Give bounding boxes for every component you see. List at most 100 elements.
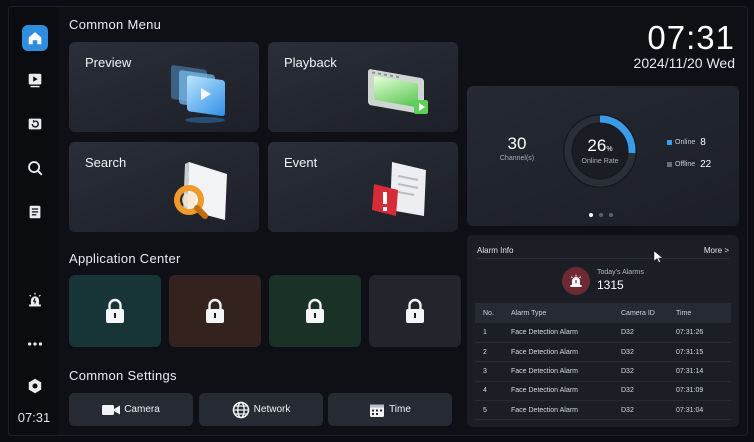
page-dot[interactable] bbox=[609, 213, 613, 217]
alarm-more-link[interactable]: More > bbox=[704, 246, 729, 255]
preview-tile-label: Preview bbox=[85, 55, 132, 70]
table-row[interactable]: 2 Face Detection Alarm D32 07:31:15 bbox=[475, 342, 731, 363]
lock-icon bbox=[406, 298, 424, 323]
alarm-info-title: Alarm Info bbox=[477, 246, 514, 255]
sidebar-item-search[interactable] bbox=[22, 155, 48, 181]
app-tile-2[interactable] bbox=[169, 275, 261, 347]
playback-tile[interactable]: Playback bbox=[268, 42, 458, 132]
time-settings-label: Time bbox=[389, 404, 411, 415]
page-dot[interactable] bbox=[599, 213, 603, 217]
sidebar-item-alarm[interactable] bbox=[22, 287, 48, 313]
search-icon bbox=[28, 161, 43, 176]
nvr-home-screen: 07:31 Common Menu Preview Playback Searc… bbox=[8, 6, 748, 436]
alarm-badge bbox=[562, 267, 590, 295]
event-tile-label: Event bbox=[284, 155, 318, 170]
column-header: No. bbox=[475, 303, 503, 323]
lock-icon bbox=[206, 298, 224, 323]
offline-label: Offline bbox=[675, 161, 696, 168]
main-date: 2024/11/20 Wed bbox=[633, 55, 735, 71]
preview-tile[interactable]: Preview bbox=[69, 42, 259, 132]
mouse-cursor-icon bbox=[654, 251, 663, 263]
table-row[interactable]: 4 Face Detection Alarm D32 07:31:09 bbox=[475, 381, 731, 402]
table-cell: 1 bbox=[475, 323, 503, 343]
table-cell: D32 bbox=[613, 381, 668, 402]
channel-count: 30 bbox=[507, 134, 527, 153]
table-cell: D32 bbox=[613, 323, 668, 343]
alarm-light-icon bbox=[29, 292, 41, 307]
offline-swatch bbox=[667, 162, 672, 167]
offline-count: 22 bbox=[700, 159, 712, 170]
alarm-info-card: Alarm Info More > Today's Alarms 1315 No… bbox=[467, 235, 739, 427]
sidebar: 07:31 bbox=[9, 7, 59, 435]
siren-icon bbox=[570, 274, 582, 287]
table-cell: 07:31:15 bbox=[668, 342, 731, 363]
table-cell: D32 bbox=[613, 361, 668, 382]
sidebar-item-settings[interactable] bbox=[22, 373, 48, 399]
table-cell: D32 bbox=[613, 342, 668, 363]
table-cell: 07:31:14 bbox=[668, 361, 731, 382]
preview-monitor-icon bbox=[171, 65, 225, 123]
app-tile-4[interactable] bbox=[369, 275, 461, 347]
app-tile-1[interactable] bbox=[69, 275, 161, 347]
online-count: 8 bbox=[700, 137, 706, 148]
application-center-title: Application Center bbox=[69, 251, 181, 266]
table-cell: 2 bbox=[475, 342, 503, 363]
sidebar-item-preview[interactable] bbox=[22, 67, 48, 93]
table-cell: Face Detection Alarm bbox=[503, 342, 613, 363]
search-tile[interactable]: Search bbox=[69, 142, 259, 232]
sidebar-item-playback[interactable] bbox=[22, 111, 48, 137]
online-label: Online bbox=[675, 139, 696, 146]
lock-icon bbox=[306, 298, 324, 323]
table-cell: Face Detection Alarm bbox=[503, 381, 613, 402]
column-header: Alarm Type bbox=[503, 303, 613, 323]
time-settings-button[interactable]: Time bbox=[328, 393, 452, 426]
online-rate-unit: % bbox=[606, 146, 613, 153]
sidebar-item-event[interactable] bbox=[22, 199, 48, 225]
table-cell: 3 bbox=[475, 361, 503, 382]
network-settings-button[interactable]: Network bbox=[199, 393, 323, 426]
document-icon bbox=[29, 205, 41, 219]
play-icon bbox=[28, 73, 42, 88]
table-row[interactable]: 3 Face Detection Alarm D32 07:31:14 bbox=[475, 361, 731, 382]
todays-alarms-label: Today's Alarms bbox=[597, 269, 644, 276]
online-rate-label: Online Rate bbox=[581, 158, 619, 165]
camera-icon bbox=[102, 404, 121, 415]
table-cell: 5 bbox=[475, 400, 503, 421]
online-legend: Online 8 bbox=[667, 137, 706, 148]
common-settings-title: Common Settings bbox=[69, 368, 177, 383]
alarm-table: No. Alarm Type Camera ID Time 1 Face Dete… bbox=[475, 303, 731, 421]
main-clock: 07:31 bbox=[647, 19, 735, 56]
table-header-row: No. Alarm Type Camera ID Time bbox=[475, 303, 731, 323]
lock-icon bbox=[106, 298, 124, 323]
sidebar-item-home[interactable] bbox=[22, 25, 48, 51]
playback-icon bbox=[28, 118, 42, 130]
table-cell: 07:31:26 bbox=[668, 323, 731, 343]
playback-tile-label: Playback bbox=[284, 55, 337, 70]
search-tile-label: Search bbox=[85, 155, 127, 170]
camera-settings-button[interactable]: Camera bbox=[69, 393, 193, 426]
column-header: Time bbox=[668, 303, 731, 323]
table-row[interactable]: 1 Face Detection Alarm D32 07:31:26 bbox=[475, 323, 731, 343]
page-indicator[interactable] bbox=[589, 213, 613, 217]
channel-count-label: Channel(s) bbox=[499, 155, 535, 162]
app-tile-3[interactable] bbox=[269, 275, 361, 347]
search-magnifier-icon bbox=[174, 162, 227, 220]
more-icon bbox=[27, 342, 43, 346]
playback-film-icon bbox=[368, 69, 428, 115]
sidebar-item-more[interactable] bbox=[22, 331, 48, 357]
common-menu-title: Common Menu bbox=[69, 17, 162, 32]
table-cell: 4 bbox=[475, 381, 503, 402]
page-dot-active[interactable] bbox=[589, 213, 593, 217]
event-alert-icon bbox=[372, 162, 426, 216]
settings-icon bbox=[28, 378, 42, 394]
table-cell: 07:31:09 bbox=[668, 381, 731, 402]
table-cell: 07:31:04 bbox=[668, 400, 731, 421]
channel-status-card[interactable]: 30 Channel(s) 26% Online Rate Online 8 O… bbox=[467, 86, 739, 226]
todays-alarms-count: 1315 bbox=[597, 278, 624, 292]
sidebar-clock: 07:31 bbox=[17, 410, 51, 425]
table-row[interactable]: 5 Face Detection Alarm D32 07:31:04 bbox=[475, 400, 731, 421]
event-tile[interactable]: Event bbox=[268, 142, 458, 232]
calendar-icon bbox=[370, 404, 385, 417]
table-cell: D32 bbox=[613, 400, 668, 421]
offline-legend: Offline 22 bbox=[667, 159, 711, 170]
